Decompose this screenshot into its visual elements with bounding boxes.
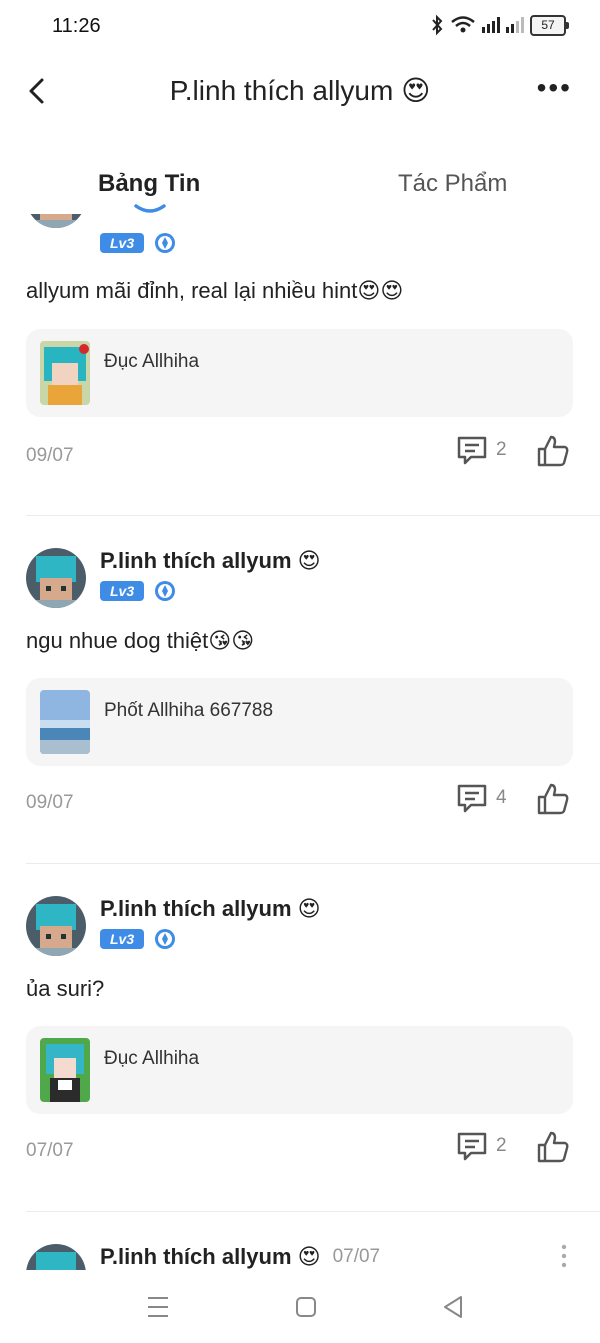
level-badge: Lv3 (100, 581, 145, 601)
author-name[interactable]: P.linh thích allyum 😍 (100, 896, 321, 922)
linked-work-card[interactable]: Phốt Allhiha 667788 (26, 678, 573, 766)
author-avatar[interactable] (26, 214, 86, 228)
post-text: allyum mãi đỉnh, real lại nhiều hint😍😍 (26, 278, 404, 303)
post-divider (26, 863, 600, 864)
like-thumb-icon[interactable] (536, 1130, 570, 1164)
comment-count: 4 (496, 787, 507, 808)
back-triangle-icon[interactable] (439, 1292, 469, 1322)
like-thumb-icon[interactable] (536, 782, 570, 816)
post-text: ngu nhue dog thiệt😘😘 (26, 628, 255, 653)
menu-icon[interactable] (143, 1292, 173, 1322)
verified-icon (155, 581, 176, 601)
bluetooth-icon (432, 14, 443, 36)
wifi-icon (451, 16, 475, 33)
comment-button[interactable]: 2 (456, 434, 507, 466)
more-options-icon[interactable]: ••• (537, 74, 572, 102)
feed-list[interactable]: Lv3 allyum mãi đỉnh, real lại nhiều hint… (0, 214, 600, 1270)
verified-icon (155, 233, 176, 253)
linked-work-card[interactable]: Đục Allhiha (26, 1026, 573, 1114)
author-avatar[interactable] (26, 896, 86, 956)
post-date: 07/07 (26, 1140, 74, 1161)
comment-icon (457, 1132, 487, 1161)
work-thumbnail (40, 690, 90, 754)
author-name[interactable]: P.linh thích allyum 😍 (100, 548, 321, 574)
post-divider (26, 1211, 600, 1212)
system-nav-bar (0, 1270, 600, 1343)
comment-icon (457, 436, 487, 465)
post-divider (26, 515, 600, 516)
linked-work-title: Đục Allhiha (104, 1048, 200, 1069)
home-square-icon[interactable] (291, 1292, 321, 1322)
like-thumb-icon[interactable] (536, 434, 570, 468)
tab-works[interactable]: Tác Phẩm (398, 170, 507, 198)
status-time: 11:26 (52, 15, 101, 37)
app-header: P.linh thích allyum 😍 ••• (0, 60, 600, 122)
battery-icon: 57 (530, 14, 569, 36)
author-name[interactable]: P.linh thích allyum 😍 (100, 1244, 321, 1270)
linked-work-card[interactable]: Đục Allhiha (26, 329, 573, 417)
status-bar: 11:26 57 (0, 0, 600, 54)
author-avatar[interactable] (26, 548, 86, 608)
level-badge: Lv3 (100, 929, 145, 949)
profile-tabs: Bảng Tin Tác Phẩm (0, 160, 600, 220)
signal-strength-icon (482, 17, 500, 33)
comment-count: 2 (496, 1135, 507, 1156)
signal-strength-2-icon (506, 17, 524, 33)
post-date: 09/07 (26, 792, 74, 813)
comment-count: 2 (496, 439, 507, 460)
comment-button[interactable]: 4 (456, 782, 507, 814)
comment-icon (457, 784, 487, 813)
page-title: P.linh thích allyum 😍 (169, 75, 431, 106)
linked-work-title: Phốt Allhiha 667788 (104, 700, 274, 721)
linked-work-title: Đục Allhiha (104, 351, 200, 372)
author-avatar[interactable] (26, 1244, 86, 1270)
post-options-icon[interactable] (556, 1244, 572, 1268)
tab-feed[interactable]: Bảng Tin (98, 170, 200, 198)
comment-button[interactable]: 2 (456, 1130, 507, 1162)
post-date: 09/07 (26, 445, 74, 466)
post-date: 07/07 (332, 1246, 381, 1267)
post-text: ủa suri? (26, 976, 105, 1001)
level-badge: Lv3 (100, 233, 145, 253)
verified-icon (155, 929, 176, 949)
work-thumbnail (40, 341, 90, 405)
work-thumbnail (40, 1038, 90, 1102)
